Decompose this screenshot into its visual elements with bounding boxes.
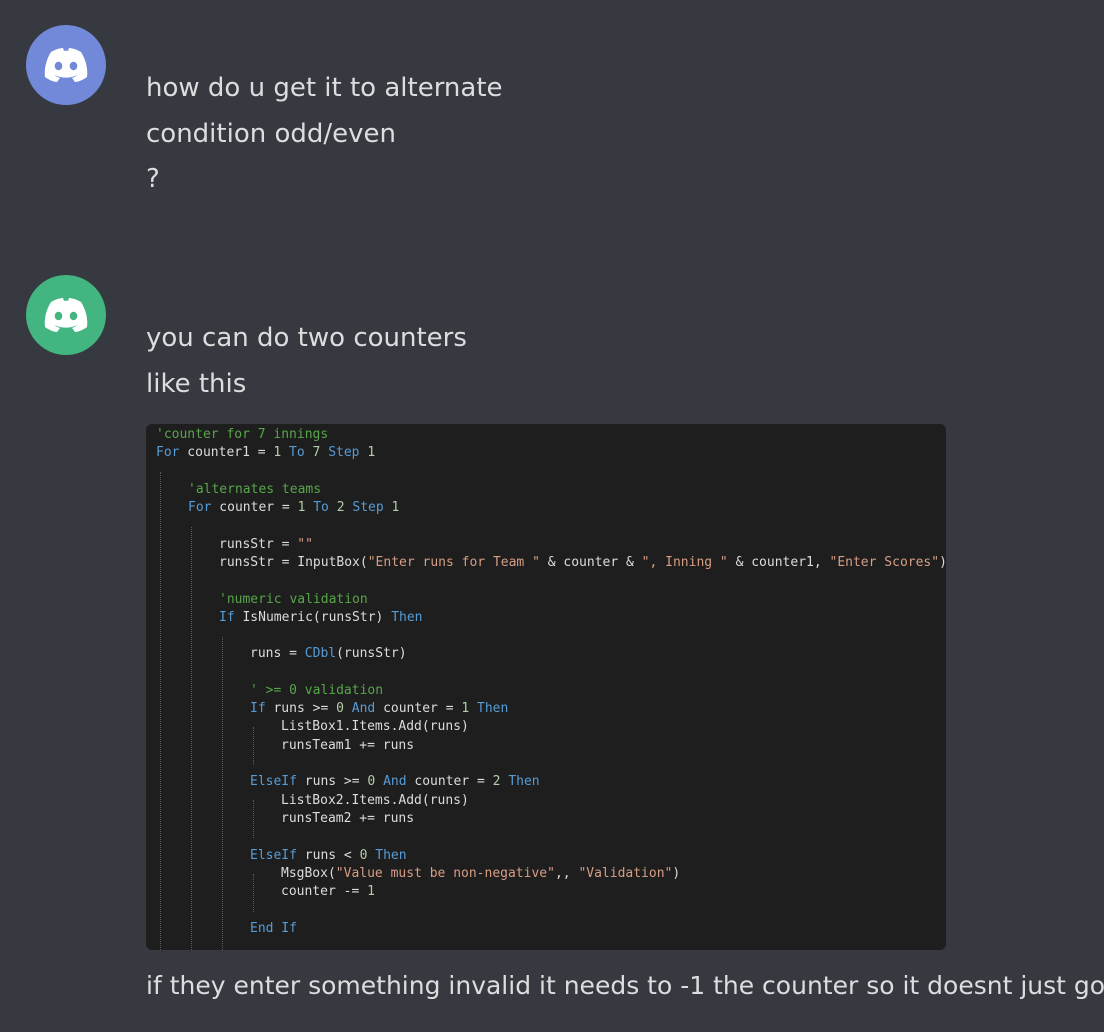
code-line: runs = CDbl(runsStr) (250, 646, 407, 661)
code-line: For counter = 1 To 2 Step 1 (188, 500, 400, 515)
code-line: For counter1 = 1 To 7 Step 1 (156, 445, 376, 460)
discord-logo-icon (44, 48, 88, 82)
code-line: ElseIf runs < 0 Then (250, 848, 407, 863)
code-line: ElseIf runs >= 0 And counter = 2 Then (250, 774, 540, 789)
code-line: runsTeam2 += runs (281, 811, 415, 826)
chat-view: how do u get it to alternate condition o… (0, 0, 1104, 1032)
indent-guide (253, 727, 254, 765)
discord-logo-icon (44, 298, 88, 332)
code-line: MsgBox("Value must be non-negative",, "V… (281, 866, 681, 881)
message-text-line: if they enter something invalid it needs… (146, 971, 1104, 1000)
message-text-line: how do u get it to alternate (146, 73, 503, 103)
indent-guide (160, 472, 161, 950)
indent-guide (222, 637, 223, 950)
code-line: ListBox2.Items.Add(runs) (281, 793, 469, 808)
code-line: runsStr = InputBox("Enter runs for Team … (219, 555, 946, 570)
code-line: ListBox1.Items.Add(runs) (281, 719, 469, 734)
code-line: runsTeam1 += runs (281, 738, 415, 753)
indent-guide (253, 874, 254, 912)
message-text-line: you can do two counters (146, 323, 467, 353)
code-line: runsStr = "" (219, 537, 313, 552)
code-line: 'alternates teams (188, 482, 322, 497)
message-text-line: condition odd/even (146, 119, 397, 149)
indent-guide (191, 527, 192, 950)
code-line: 'counter for 7 innings (156, 427, 329, 442)
code-line: 'numeric validation (219, 592, 368, 607)
code-line: counter -= 1 (281, 884, 375, 899)
code-image[interactable]: 'counter for 7 innings For counter1 = 1 … (146, 424, 946, 950)
message-text-line: like this (146, 369, 247, 399)
message-1: how do u get it to alternate condition o… (0, 0, 1104, 220)
indent-guide (253, 800, 254, 838)
code-line: ' >= 0 validation (250, 683, 384, 698)
avatar[interactable] (26, 25, 106, 105)
message-text-line: ? (146, 164, 160, 194)
code-line: End If (250, 921, 297, 936)
code-line: If IsNumeric(runsStr) Then (219, 610, 423, 625)
code-line: If runs >= 0 And counter = 1 Then (250, 701, 509, 716)
avatar[interactable] (26, 275, 106, 355)
